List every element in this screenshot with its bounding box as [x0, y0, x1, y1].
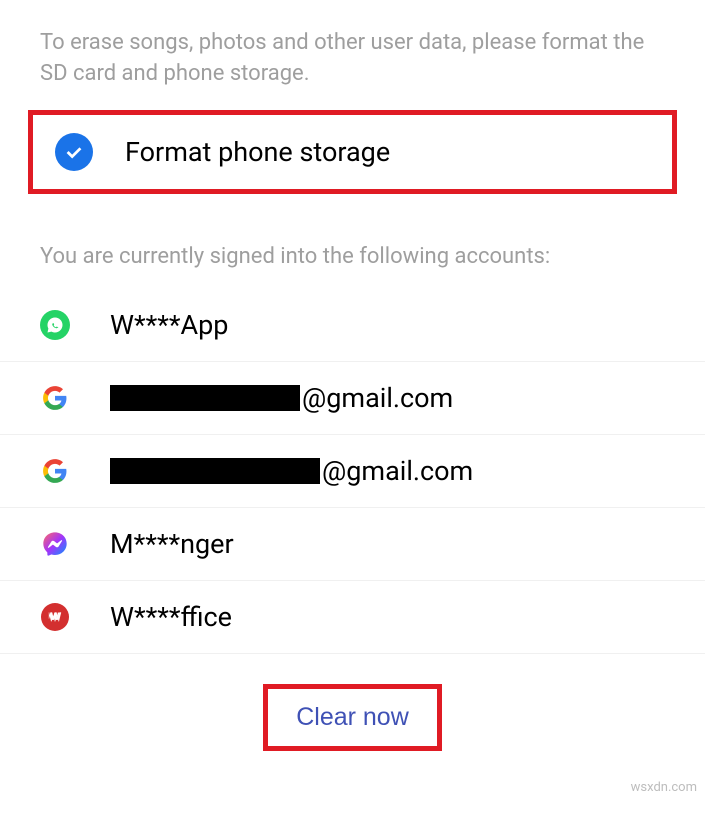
account-item-messenger[interactable]: M****nger — [0, 508, 705, 581]
account-item-google-2[interactable]: @gmail.com — [0, 435, 705, 508]
account-item-wps[interactable]: W W****ffice — [0, 581, 705, 654]
format-option-label: Format phone storage — [125, 136, 390, 168]
google-icon — [40, 383, 70, 413]
account-label: M****nger — [110, 528, 234, 560]
whatsapp-icon — [40, 310, 70, 340]
watermark: wsxdn.com — [631, 780, 697, 795]
account-label: W****App — [110, 309, 228, 341]
erase-description: To erase songs, photos and other user da… — [0, 0, 705, 110]
account-item-google-1[interactable]: @gmail.com — [0, 362, 705, 435]
redacted-text — [110, 458, 320, 484]
checkmark-icon — [55, 133, 93, 171]
redacted-text — [110, 385, 300, 411]
clear-now-button[interactable]: Clear now — [263, 684, 442, 751]
accounts-header: You are currently signed into the follow… — [0, 214, 705, 289]
account-label: @gmail.com — [110, 382, 453, 414]
account-label: @gmail.com — [110, 455, 473, 487]
clear-button-label: Clear now — [296, 703, 409, 731]
format-phone-storage-option[interactable]: Format phone storage — [28, 110, 677, 194]
account-label: W****ffice — [110, 601, 232, 633]
google-icon — [40, 456, 70, 486]
account-item-whatsapp[interactable]: W****App — [0, 289, 705, 362]
wps-icon: W — [40, 602, 70, 632]
messenger-icon — [40, 529, 70, 559]
svg-text:W: W — [50, 610, 60, 623]
